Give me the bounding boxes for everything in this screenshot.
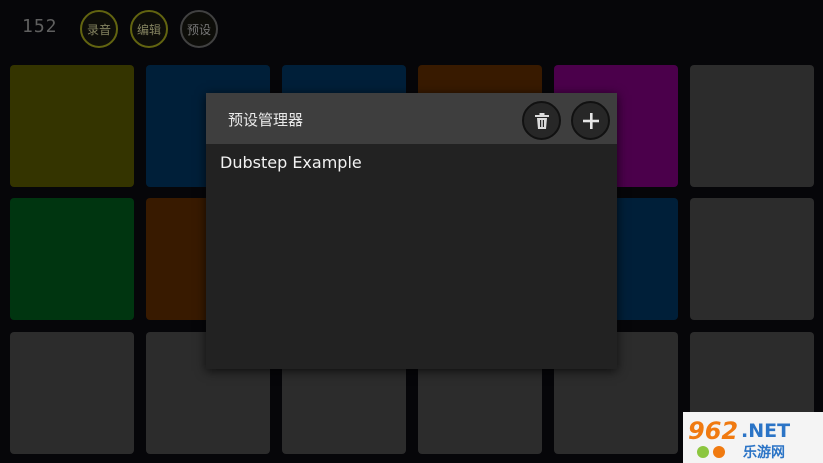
watermark-logo: 962 .NET 乐游网 — [683, 412, 823, 463]
preset-list-item[interactable]: Dubstep Example — [220, 153, 362, 172]
trash-icon — [534, 112, 549, 129]
svg-text:乐游网: 乐游网 — [743, 444, 785, 461]
add-preset-button[interactable] — [571, 101, 610, 140]
preset-manager-dialog: 预设管理器 Dubstep Example — [206, 93, 617, 369]
dialog-title: 预设管理器 — [228, 111, 304, 129]
svg-text:962: 962 — [688, 417, 738, 445]
delete-preset-button[interactable] — [522, 101, 561, 140]
svg-text:.NET: .NET — [741, 420, 790, 442]
plus-icon — [582, 112, 599, 129]
dialog-header: 预设管理器 — [206, 93, 617, 144]
